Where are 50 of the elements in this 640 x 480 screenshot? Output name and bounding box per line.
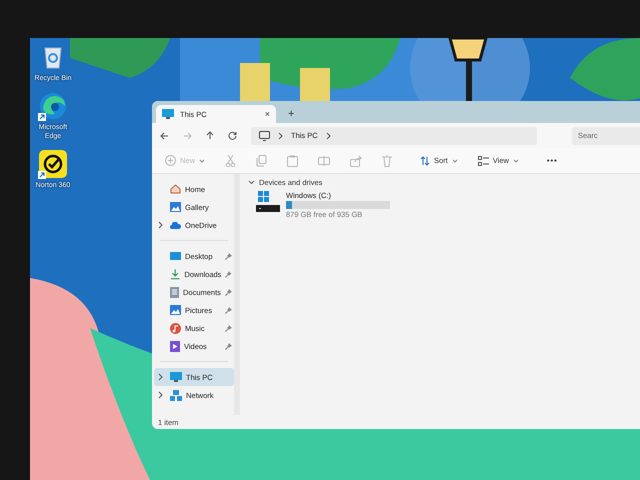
copy-icon <box>256 154 268 166</box>
music-note-icon <box>170 322 181 334</box>
chevron-icon <box>278 132 283 140</box>
rename-icon <box>318 154 330 166</box>
plus-circle-icon <box>165 155 176 166</box>
picture-icon <box>170 305 181 315</box>
house-icon <box>170 184 181 194</box>
download-arrow-icon <box>170 268 180 280</box>
document-icon <box>170 286 179 298</box>
chevron-down-icon[interactable] <box>248 180 255 185</box>
recycle-bin-icon <box>42 45 64 69</box>
share-icon <box>350 154 362 166</box>
drive-icon <box>256 191 280 213</box>
back-arrow-icon[interactable] <box>160 132 169 140</box>
monitor-icon <box>162 109 174 119</box>
pin-icon <box>225 324 232 332</box>
close-tab-button[interactable]: × <box>264 109 270 119</box>
chevron-icon <box>158 221 163 229</box>
shortcut-arrow-icon <box>38 113 46 121</box>
scissors-icon <box>225 154 236 166</box>
pin-icon <box>225 306 232 314</box>
chevron-icon <box>158 373 163 381</box>
video-icon <box>170 340 180 352</box>
pin-icon <box>225 252 232 260</box>
pin-icon <box>225 288 232 296</box>
network-icon <box>170 390 182 400</box>
monitor-icon <box>170 372 182 382</box>
clipboard-icon <box>287 154 298 166</box>
swirl-logo-icon <box>39 92 67 120</box>
pin-icon <box>225 342 232 350</box>
monitor-icon <box>259 130 270 140</box>
shortcut-arrow-icon <box>38 171 46 179</box>
trash-icon <box>382 154 392 166</box>
caret-icon <box>199 158 206 162</box>
caret-icon <box>452 158 458 162</box>
refresh-icon[interactable] <box>228 131 237 140</box>
desktop-icon <box>170 252 181 260</box>
new-tab-button[interactable]: + <box>282 108 300 123</box>
up-arrow-icon[interactable] <box>206 131 214 140</box>
foliage-drawing <box>570 38 640 100</box>
sort-arrows-icon <box>420 156 430 166</box>
chevron-icon <box>326 132 331 140</box>
list-view-icon <box>478 156 489 166</box>
chevron-icon <box>158 391 163 399</box>
cloud-icon <box>170 222 181 228</box>
caret-icon <box>512 158 519 162</box>
picture-icon <box>170 202 181 212</box>
check-badge-icon <box>39 150 67 178</box>
forward-arrow-icon[interactable] <box>183 132 192 140</box>
pin-icon <box>225 270 232 278</box>
